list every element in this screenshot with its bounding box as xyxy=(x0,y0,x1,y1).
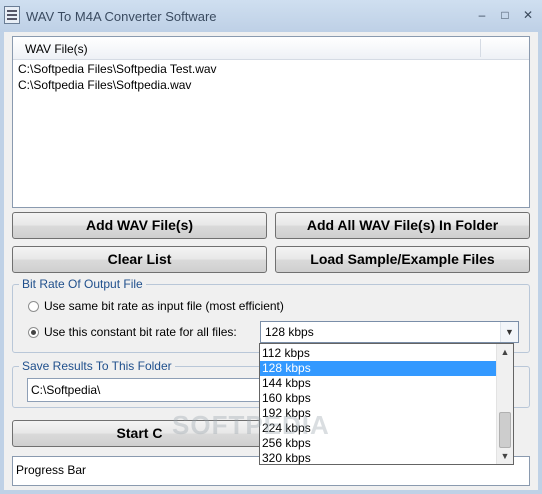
dropdown-option[interactable]: 320 kbps xyxy=(260,451,496,465)
bitrate-select-value: 128 kbps xyxy=(265,325,314,339)
output-folder-field[interactable] xyxy=(27,378,267,402)
same-bitrate-label[interactable]: Use same bit rate as input file (most ef… xyxy=(44,299,284,313)
bitrate-group-label: Bit Rate Of Output File xyxy=(19,277,146,291)
column-header-wav-files[interactable]: WAV File(s) xyxy=(25,42,88,56)
bitrate-select[interactable]: 128 kbps ▼ xyxy=(260,321,519,343)
dropdown-scrollbar[interactable]: ▲ ▼ xyxy=(496,344,513,464)
list-item[interactable]: C:\Softpedia Files\Softpedia.wav xyxy=(18,78,191,92)
same-bitrate-radio[interactable] xyxy=(28,301,39,312)
maximize-button[interactable]: □ xyxy=(496,7,514,23)
clear-list-button[interactable]: Clear List xyxy=(12,246,267,273)
constant-bitrate-radio[interactable] xyxy=(28,327,39,338)
scrollbar-thumb[interactable] xyxy=(499,412,511,448)
window-title: WAV To M4A Converter Software xyxy=(26,9,217,24)
title-bar[interactable]: WAV To M4A Converter Software – □ ✕ xyxy=(0,0,542,32)
scroll-up-icon[interactable]: ▲ xyxy=(497,344,513,360)
chevron-down-icon[interactable]: ▼ xyxy=(500,322,518,342)
constant-bitrate-label[interactable]: Use this constant bit rate for all files… xyxy=(44,325,237,339)
softpedia-watermark: SOFTPEDIA xyxy=(172,410,330,440)
file-list[interactable]: WAV File(s) C:\Softpedia Files\Softpedia… xyxy=(12,36,530,208)
list-item[interactable]: C:\Softpedia Files\Softpedia Test.wav xyxy=(18,62,217,76)
load-samples-button[interactable]: Load Sample/Example Files xyxy=(275,246,530,273)
dropdown-option[interactable]: 144 kbps xyxy=(260,376,496,391)
dropdown-option-selected[interactable]: 128 kbps xyxy=(260,361,496,376)
dropdown-option[interactable]: 160 kbps xyxy=(260,391,496,406)
add-folder-button[interactable]: Add All WAV File(s) In Folder xyxy=(275,212,530,239)
app-window: WAV To M4A Converter Software – □ ✕ WAV … xyxy=(0,0,542,494)
add-wav-files-button[interactable]: Add WAV File(s) xyxy=(12,212,267,239)
progress-bar-label: Progress Bar xyxy=(16,463,87,477)
file-list-header[interactable]: WAV File(s) xyxy=(13,37,529,60)
minimize-button[interactable]: – xyxy=(473,7,491,23)
output-folder-input[interactable] xyxy=(28,379,266,401)
app-icon xyxy=(4,6,20,24)
output-folder-group-label: Save Results To This Folder xyxy=(19,359,175,373)
dropdown-option[interactable]: 112 kbps xyxy=(260,346,496,361)
bitrate-dropdown-list[interactable]: 112 kbps 128 kbps 144 kbps 160 kbps 192 … xyxy=(259,343,514,465)
scroll-down-icon[interactable]: ▼ xyxy=(497,448,513,464)
close-button[interactable]: ✕ xyxy=(519,7,537,23)
column-separator[interactable] xyxy=(480,39,481,57)
